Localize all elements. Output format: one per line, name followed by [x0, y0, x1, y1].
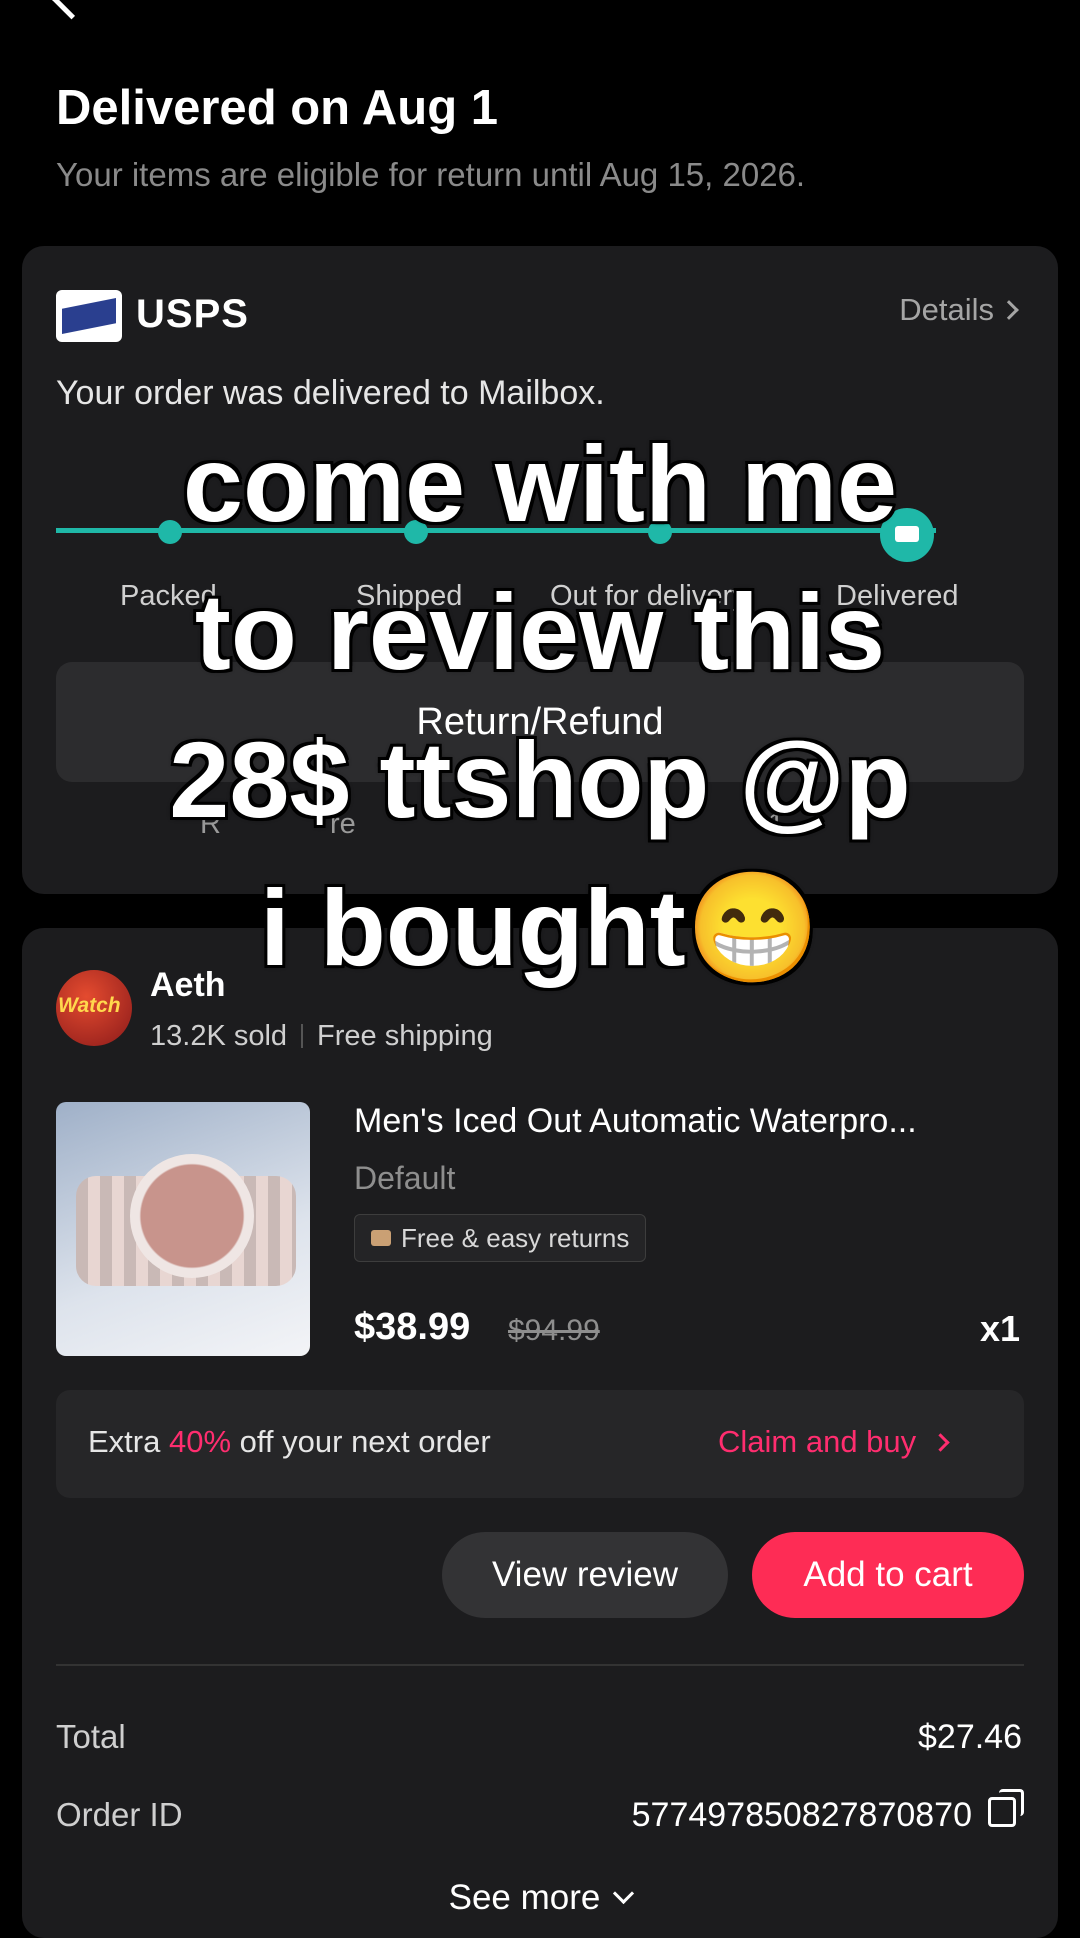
product-price: $38.99	[354, 1306, 471, 1348]
chevron-down-icon	[613, 1882, 635, 1905]
returns-tag: Free & easy returns	[354, 1214, 647, 1262]
chevron-right-icon	[999, 300, 1019, 320]
promo-suffix: off your next order	[231, 1424, 491, 1459]
copy-icon[interactable]	[988, 1789, 1024, 1827]
promo-percent: 40%	[168, 1424, 232, 1459]
product-title[interactable]: Men's Iced Out Automatic Waterpro...	[354, 1102, 1024, 1141]
sold-count: 13.2K sold	[150, 1020, 288, 1052]
shipping-badge: Free shipping	[317, 1020, 493, 1052]
original-price: $94.99	[508, 1314, 600, 1347]
promo-text: Extra 40% off your next order	[88, 1424, 491, 1460]
quantity: x1	[979, 1308, 1020, 1349]
returns-tag-label: Free & easy returns	[401, 1222, 630, 1253]
carrier-name: USPS	[136, 292, 249, 336]
view-review-button[interactable]: View review	[442, 1532, 728, 1618]
total-label: Total	[56, 1718, 126, 1755]
page-title: Delivered on Aug 1	[56, 81, 499, 135]
chevron-right-icon	[931, 1433, 950, 1452]
promo-prefix: Extra	[88, 1424, 169, 1459]
divider	[56, 1664, 1024, 1666]
shipping-details-link[interactable]: Details	[899, 292, 1019, 328]
order-id-label: Order ID	[56, 1796, 183, 1833]
video-caption-overlay: come with me to review this 28$ ttshop @…	[0, 410, 1080, 1002]
claim-label: Claim and buy	[718, 1424, 917, 1459]
product-image[interactable]	[56, 1102, 310, 1356]
see-more-button[interactable]: See more	[0, 1878, 1080, 1918]
return-eligibility-text: Your items are eligible for return until…	[56, 156, 806, 193]
product-variant: Default	[354, 1160, 456, 1196]
usps-logo-icon	[56, 290, 122, 342]
order-id-value: 577497850827870870	[631, 1796, 972, 1834]
caption-line: come with me	[180, 421, 899, 547]
see-more-label: See more	[448, 1878, 601, 1917]
delivery-message: Your order was delivered to Mailbox.	[56, 374, 605, 412]
claim-and-buy-link[interactable]: Claim and buy	[718, 1424, 950, 1460]
add-to-cart-button[interactable]: Add to cart	[752, 1532, 1024, 1618]
store-meta: 13.2K sold Free shipping	[150, 1020, 493, 1053]
meta-divider	[301, 1024, 304, 1048]
details-label: Details	[899, 292, 994, 327]
caption-line: 28$ ttshop @p	[167, 717, 913, 843]
back-arrow-icon[interactable]	[49, 0, 94, 20]
total-value: $27.46	[918, 1718, 1022, 1756]
caption-line: i bought😁	[257, 865, 822, 991]
caption-line: to review this	[192, 569, 887, 695]
return-icon	[371, 1230, 391, 1246]
